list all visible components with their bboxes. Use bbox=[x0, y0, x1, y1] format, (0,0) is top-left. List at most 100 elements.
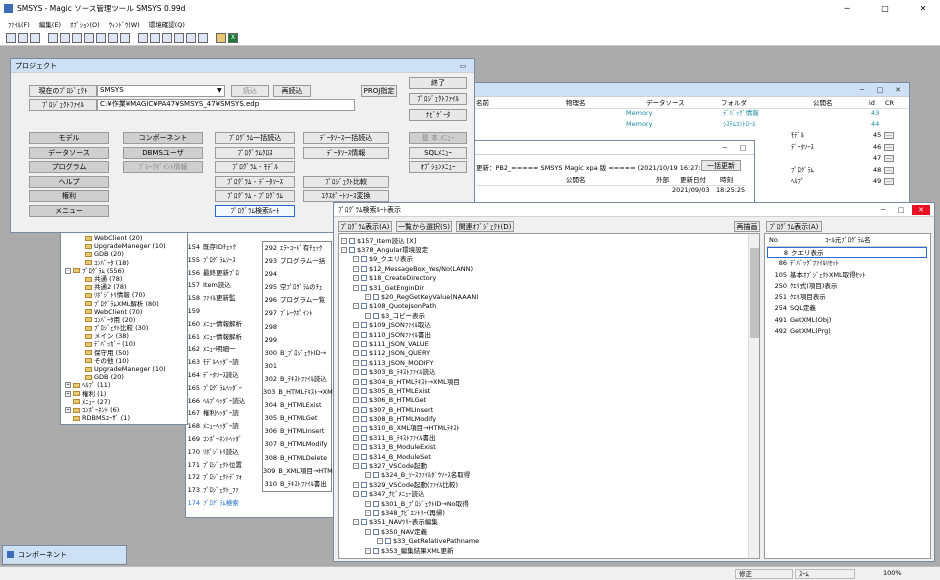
tree-node[interactable]: - $18_CreateDirectory bbox=[341, 274, 479, 283]
list-item[interactable]: 173 ﾌﾟﾛｼﾞｪｸﾄ_ﾌｧ bbox=[186, 484, 258, 497]
cut-icon[interactable] bbox=[48, 32, 58, 43]
tree-item[interactable]: 保守用 (50) bbox=[65, 349, 166, 357]
expand-icon[interactable]: - bbox=[353, 453, 359, 460]
tree-node[interactable]: - $307_B_HTMLInsert bbox=[341, 405, 479, 414]
list-item[interactable]: 160 ﾒﾆｭｰ情報解析 bbox=[186, 318, 258, 331]
minimize-icon[interactable]: ─ bbox=[855, 85, 869, 95]
current-project-select[interactable]: SMSYS bbox=[97, 85, 225, 97]
find-icon[interactable] bbox=[84, 32, 94, 43]
excel-icon[interactable]: X bbox=[228, 32, 238, 43]
list-item[interactable]: 307 B_HTMLModify bbox=[263, 438, 331, 451]
expand-icon[interactable]: - bbox=[353, 481, 359, 488]
search-toolbar-button[interactable]: 一覧から選択(S) bbox=[396, 221, 452, 232]
search-tree-scrollbar[interactable] bbox=[748, 234, 759, 558]
tree-node[interactable]: - $314_B_ModuleSet bbox=[341, 452, 479, 461]
bulk-update-button[interactable]: 一括更新 bbox=[701, 160, 741, 171]
tree-item[interactable]: - ﾌﾟﾛｸﾞﾗﾑ (556) bbox=[65, 267, 166, 275]
list-item[interactable]: 163 ﾓﾃﾞﾙﾍｯﾀﾞｰ読 bbox=[186, 356, 258, 369]
tree-item[interactable]: UpgradeManeger (10) bbox=[65, 242, 166, 250]
list-item[interactable]: 299 bbox=[263, 334, 331, 347]
datasource-tool-button[interactable]: ﾌﾟﾛｼﾞｪｸﾄ比較 bbox=[303, 175, 389, 188]
expand-icon[interactable]: - bbox=[353, 359, 359, 366]
expand-icon[interactable]: - bbox=[353, 406, 359, 413]
chevron-down-icon[interactable]: ▼ bbox=[217, 87, 222, 94]
project-side-button[interactable]: ﾅﾋﾞｹﾞｰﾀ bbox=[409, 109, 467, 121]
tree-node[interactable]: - $157_Item読込 [X] bbox=[341, 236, 479, 245]
list-item[interactable]: 302 B_ﾃｷｽﾄﾌｧｲﾙ読込 bbox=[263, 373, 331, 386]
window-icon[interactable] bbox=[108, 32, 118, 43]
tree-item[interactable]: ｺﾝﾊﾞｰﾀ用 (20) bbox=[65, 316, 166, 324]
object-button[interactable]: モデル bbox=[29, 132, 109, 144]
window-icon[interactable] bbox=[120, 32, 130, 43]
tree-node[interactable]: - $112_JSON_QUERY bbox=[341, 349, 479, 358]
datasource-tool-button[interactable]: ﾃﾞｰﾀｿｰｽ一括読込 bbox=[303, 132, 389, 144]
tree-node[interactable]: - $305_B_HTMLExist bbox=[341, 386, 479, 395]
tree-item[interactable]: ﾘﾎﾟｼﾞﾄﾘ情報 (70) bbox=[65, 291, 166, 299]
tree-node[interactable]: - $111_JSON_VALUE bbox=[341, 339, 479, 348]
tree-item[interactable]: + ｺﾝﾎﾟｰﾈﾝﾄ (6) bbox=[65, 406, 166, 414]
list-item[interactable]: 304 B_HTMLExist bbox=[263, 399, 331, 412]
expand-icon[interactable]: - bbox=[353, 322, 359, 329]
program-tool-button[interactable]: ﾌﾟﾛｸﾞﾗﾑ - ﾓﾃﾞﾙ bbox=[215, 161, 295, 173]
project-file-field[interactable]: C:¥作業¥MAGIC¥PA47¥SMSYS_47¥SMSYS.edp bbox=[97, 99, 355, 111]
menu-item[interactable]: 編集(E) bbox=[39, 19, 61, 29]
tree-item[interactable]: RDBMSﾕｰｻﾞ (1) bbox=[65, 414, 166, 422]
list-item[interactable]: 250 ｸｴﾘ式(項目)表示 bbox=[767, 281, 927, 292]
tree-item[interactable]: ﾌﾟﾛｼﾞｪｸﾄ比較 (30) bbox=[65, 324, 166, 332]
object-button[interactable]: ヘルプ bbox=[29, 175, 109, 188]
window-icon[interactable] bbox=[150, 32, 160, 43]
open-icon[interactable] bbox=[18, 32, 28, 43]
tree-item[interactable]: ﾒﾆｭｰ (27) bbox=[65, 398, 166, 406]
tree-node[interactable]: - $303_B_ﾃｷｽﾄﾌｧｲﾙ読込 bbox=[341, 367, 479, 376]
menu-button[interactable]: 基 本 ﾒﾆｭｰ bbox=[409, 132, 467, 144]
expand-icon[interactable]: - bbox=[65, 267, 71, 274]
menu-item[interactable]: ｳｨﾝﾄﾞｳ(W) bbox=[109, 19, 140, 29]
menu-item[interactable]: ｵﾌﾟｼｮﾝ(O) bbox=[70, 19, 100, 29]
list-item[interactable]: 162 ﾒﾆｭｰ明細一 bbox=[186, 343, 258, 356]
window-icon[interactable] bbox=[186, 32, 196, 43]
folder-icon[interactable] bbox=[216, 32, 226, 43]
expand-icon[interactable]: - bbox=[377, 538, 383, 545]
more-button[interactable]: … bbox=[884, 155, 894, 162]
maximize-button[interactable]: □ bbox=[868, 4, 902, 13]
expand-icon[interactable]: - bbox=[353, 463, 359, 470]
expand-icon[interactable]: - bbox=[353, 491, 359, 498]
list-item[interactable]: 161 ﾒﾆｭｰ情報解析 bbox=[186, 331, 258, 344]
project-side-button[interactable]: 終了 bbox=[409, 77, 467, 89]
expand-icon[interactable]: - bbox=[353, 387, 359, 394]
expand-icon[interactable]: - bbox=[353, 265, 359, 272]
expand-icon[interactable]: - bbox=[353, 378, 359, 385]
window-icon[interactable] bbox=[96, 32, 106, 43]
restore-icon[interactable]: ▭ bbox=[456, 61, 470, 71]
tree-node[interactable]: - $20_RegGetKeyValue(NAAAN) bbox=[341, 292, 479, 301]
expand-icon[interactable]: + bbox=[65, 407, 71, 414]
list-item[interactable]: 86 ﾃﾞﾊﾞｯｸﾞﾌｧｲﾙﾘｾｯﾄ bbox=[767, 258, 927, 269]
list-item[interactable]: 492 GetXML(Prg) bbox=[767, 326, 927, 337]
list-item[interactable]: 105 基本ｵﾌﾞｼﾞｪｸﾄXML取得ｾｯﾄ bbox=[767, 270, 927, 281]
list-item[interactable]: 169 ｺﾝﾎﾟｰﾈﾝﾄﾍｯﾀﾞ bbox=[186, 433, 258, 446]
expand-icon[interactable]: + bbox=[65, 390, 71, 397]
table-row[interactable]: 2021/09/0318:25:25164… bbox=[476, 186, 746, 196]
project-side-button[interactable]: ﾌﾟﾛｼﾞｪｸﾄﾌｧｲﾙ bbox=[409, 93, 467, 105]
tree-node[interactable]: - $311_B_ﾃｷｽﾄﾌｧｲﾙ書出 bbox=[341, 433, 479, 442]
more-button[interactable]: … bbox=[884, 178, 894, 185]
tree-node[interactable]: - $113_JSON_MODIFY bbox=[341, 358, 479, 367]
window-icon[interactable] bbox=[198, 32, 208, 43]
list-item[interactable]: 167 権利ﾍｯﾀﾞｰ読 bbox=[186, 407, 258, 420]
list-item[interactable]: 154 既存IDﾁｪｯｸ bbox=[186, 241, 258, 254]
program-tool-button[interactable]: ﾌﾟﾛｸﾞﾗﾑ一括読込 bbox=[215, 132, 295, 144]
list-item[interactable]: 170 ﾘﾎﾟｼﾞﾄﾘ読込 bbox=[186, 446, 258, 459]
expand-icon[interactable]: - bbox=[353, 303, 359, 310]
list-item[interactable]: 8 クエリ表示 bbox=[767, 247, 927, 259]
expand-icon[interactable]: - bbox=[341, 237, 347, 244]
window-icon[interactable] bbox=[162, 32, 172, 43]
tree-node[interactable]: - $306_B_HTMLGet bbox=[341, 396, 479, 405]
menu-button[interactable]: ｵﾌﾟｼｮﾝﾒﾆｭｰ bbox=[409, 161, 467, 173]
tree-item[interactable]: + ﾍﾙﾌﾟ (11) bbox=[65, 381, 166, 389]
object-button[interactable]: 権利 bbox=[29, 190, 109, 202]
expand-icon[interactable]: - bbox=[365, 510, 371, 517]
list-item[interactable]: 174 ﾌﾟﾛｸﾞﾗﾑ検索 bbox=[186, 497, 258, 510]
tree-node[interactable]: - $348_ﾅﾋﾞｴﾝﾄﾘｰ(再帰) bbox=[341, 508, 479, 517]
tree-item[interactable]: メイン (38) bbox=[65, 332, 166, 340]
expand-icon[interactable]: - bbox=[353, 425, 359, 432]
